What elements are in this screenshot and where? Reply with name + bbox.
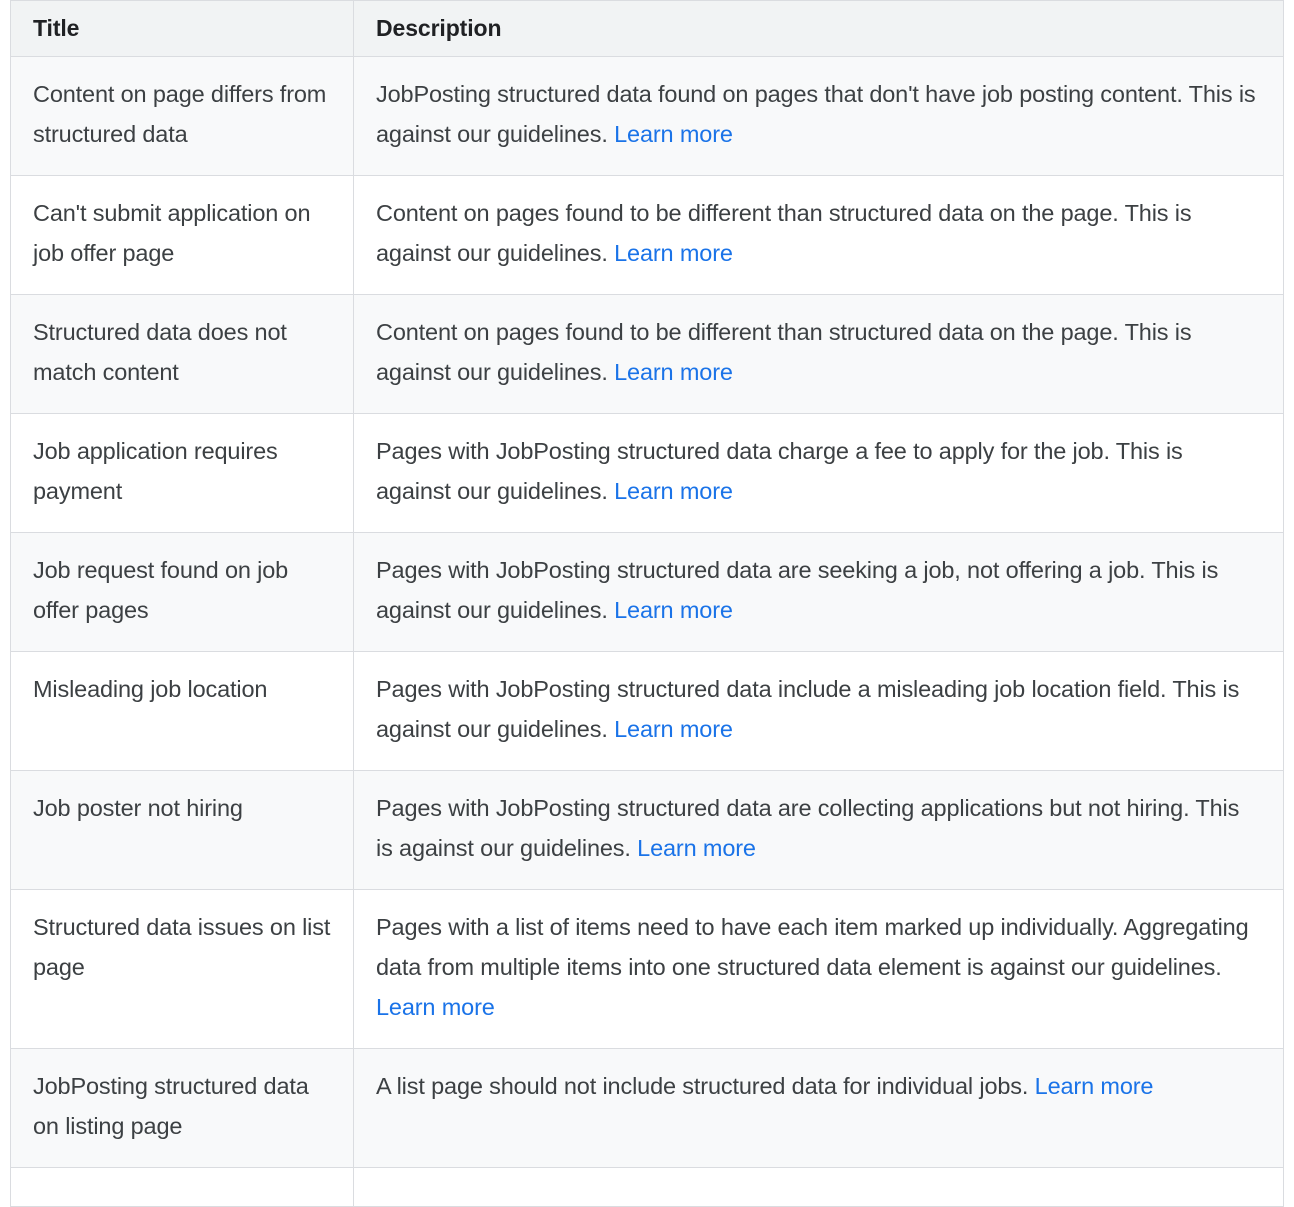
page-root: Title Description Content on page differ… — [0, 0, 1294, 1207]
table-row: Job poster not hiring Pages with JobPost… — [10, 770, 1284, 890]
cell-description: A list page should not include structure… — [353, 1048, 1284, 1168]
table-row: Job application requires payment Pages w… — [10, 413, 1284, 533]
cell-title: Structured data does not match content — [10, 294, 354, 414]
cell-title: JobPosting structured data on listing pa… — [10, 1048, 354, 1168]
table-row: Can't submit application on job offer pa… — [10, 175, 1284, 295]
cell-description — [353, 1167, 1284, 1207]
cell-description: Pages with JobPosting structured data ar… — [353, 770, 1284, 890]
cell-title: Job request found on job offer pages — [10, 532, 354, 652]
cell-title: Misleading job location — [10, 651, 354, 771]
table-row: Job request found on job offer pages Pag… — [10, 532, 1284, 652]
learn-more-link[interactable]: Learn more — [614, 478, 733, 504]
description-text: Pages with JobPosting structured data in… — [376, 676, 1240, 742]
description-text: A list page should not include structure… — [376, 1073, 1029, 1099]
cell-description: Pages with JobPosting structured data ch… — [353, 413, 1284, 533]
cell-title: Job poster not hiring — [10, 770, 354, 890]
column-header-title: Title — [10, 0, 354, 57]
learn-more-link[interactable]: Learn more — [637, 835, 756, 861]
cell-description: Content on pages found to be different t… — [353, 175, 1284, 295]
learn-more-link[interactable]: Learn more — [614, 359, 733, 385]
table-row: Misleading job location Pages with JobPo… — [10, 651, 1284, 771]
cell-title — [10, 1167, 354, 1207]
cell-description: Content on pages found to be different t… — [353, 294, 1284, 414]
description-text: Pages with JobPosting structured data ch… — [376, 438, 1183, 504]
structured-data-issues-table: Title Description Content on page differ… — [10, 0, 1284, 1207]
table-row: Content on page differs from structured … — [10, 56, 1284, 176]
learn-more-link[interactable]: Learn more — [1035, 1073, 1154, 1099]
cell-title: Content on page differs from structured … — [10, 56, 354, 176]
description-text: Pages with JobPosting structured data ar… — [376, 557, 1219, 623]
table-header-row: Title Description — [10, 0, 1284, 57]
description-text: Pages with a list of items need to have … — [376, 914, 1249, 980]
table-row: Structured data does not match content C… — [10, 294, 1284, 414]
table-header: Title Description — [10, 0, 1284, 57]
learn-more-link[interactable]: Learn more — [614, 121, 733, 147]
table-body: Content on page differs from structured … — [10, 56, 1284, 1207]
table-row: Structured data issues on list page Page… — [10, 889, 1284, 1049]
description-text: Content on pages found to be different t… — [376, 200, 1192, 266]
cell-description: Pages with a list of items need to have … — [353, 889, 1284, 1049]
cell-description: JobPosting structured data found on page… — [353, 56, 1284, 176]
column-header-description: Description — [353, 0, 1284, 57]
description-text: Content on pages found to be different t… — [376, 319, 1192, 385]
cell-description: Pages with JobPosting structured data in… — [353, 651, 1284, 771]
table-row: JobPosting structured data on listing pa… — [10, 1048, 1284, 1168]
cell-title: Job application requires payment — [10, 413, 354, 533]
cell-title: Structured data issues on list page — [10, 889, 354, 1049]
learn-more-link[interactable]: Learn more — [614, 597, 733, 623]
table-row-partial — [10, 1167, 1284, 1207]
cell-description: Pages with JobPosting structured data ar… — [353, 532, 1284, 652]
learn-more-link[interactable]: Learn more — [376, 994, 495, 1020]
learn-more-link[interactable]: Learn more — [614, 716, 733, 742]
cell-title: Can't submit application on job offer pa… — [10, 175, 354, 295]
learn-more-link[interactable]: Learn more — [614, 240, 733, 266]
description-text: JobPosting structured data found on page… — [376, 81, 1256, 147]
description-text: Pages with JobPosting structured data ar… — [376, 795, 1240, 861]
